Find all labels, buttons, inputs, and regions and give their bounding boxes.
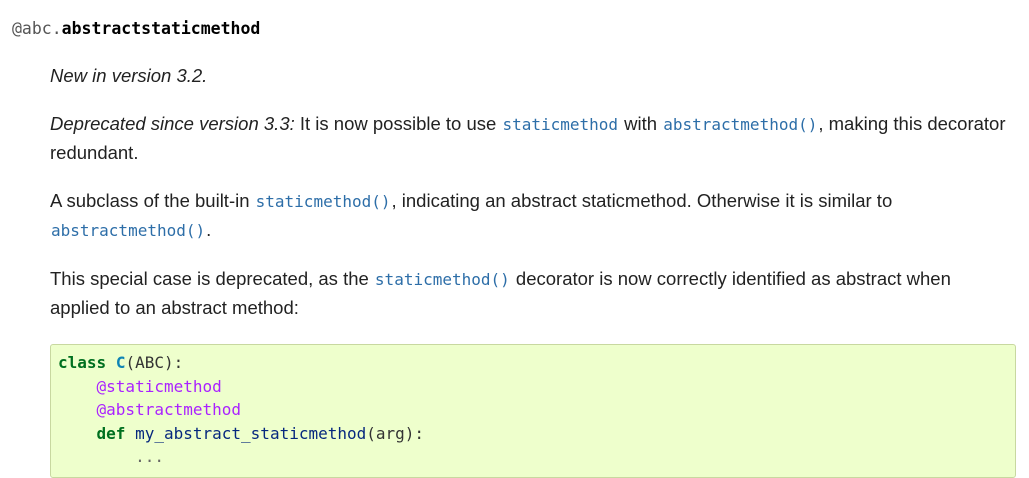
deprecation-label: Deprecated since version 3.3: [50,113,295,134]
similar-abstractmethod-link[interactable]: abstractmethod() [50,219,206,240]
special-staticmethod-code: staticmethod() [374,270,510,289]
version-added-text: New in version 3.2. [50,65,208,86]
abstractmethod-link[interactable]: abstractmethod() [662,113,818,134]
deprecation-note: Deprecated since version 3.3: It is now … [50,110,1015,167]
deprecation-text-1: It is now possible to use [294,113,502,134]
code-keyword-def: def [96,423,126,443]
function-description: New in version 3.2. Deprecated since ver… [50,62,1016,478]
code-ellipsis: ... [135,447,164,466]
subclass-text-3: . [206,219,212,240]
abstractmethod-code: abstractmethod() [663,115,818,134]
version-added-note: New in version 3.2. [50,62,1015,90]
code-function-args: (arg): [366,423,425,443]
subclass-text-2: , indicating an abstract staticmethod. O… [391,190,893,211]
code-class-name: C [115,353,126,372]
signature-module-prefix: @abc. [12,19,62,38]
subclass-text-1: A subclass of the built-in [50,190,255,211]
staticmethod-code: staticmethod [502,115,619,134]
code-function-name: my_abstract_staticmethod [135,423,367,443]
special-case-note: This special case is deprecated, as the … [50,265,1015,322]
code-keyword-class: class [58,353,107,372]
similar-abstractmethod-code: abstractmethod() [51,221,206,240]
builtin-staticmethod-code: staticmethod() [255,192,391,211]
code-class-bases: (ABC): [125,353,184,372]
subclass-description: A subclass of the built-in staticmethod(… [50,187,1015,245]
staticmethod-link[interactable]: staticmethod [501,113,619,134]
signature-function-name: abstractstaticmethod [61,19,261,38]
deprecation-text-2: with [619,113,663,134]
special-staticmethod-link[interactable]: staticmethod() [374,268,511,289]
code-example[interactable]: class C(ABC): @staticmethod @abstractmet… [50,344,1016,478]
code-decorator-abstractmethod: @abstractmethod [96,400,242,419]
special-text-1: This special case is deprecated, as the [50,268,374,289]
function-signature: @abc.abstractstaticmethod [12,17,260,41]
code-decorator-staticmethod: @staticmethod [96,376,222,396]
builtin-staticmethod-link[interactable]: staticmethod() [255,190,392,211]
